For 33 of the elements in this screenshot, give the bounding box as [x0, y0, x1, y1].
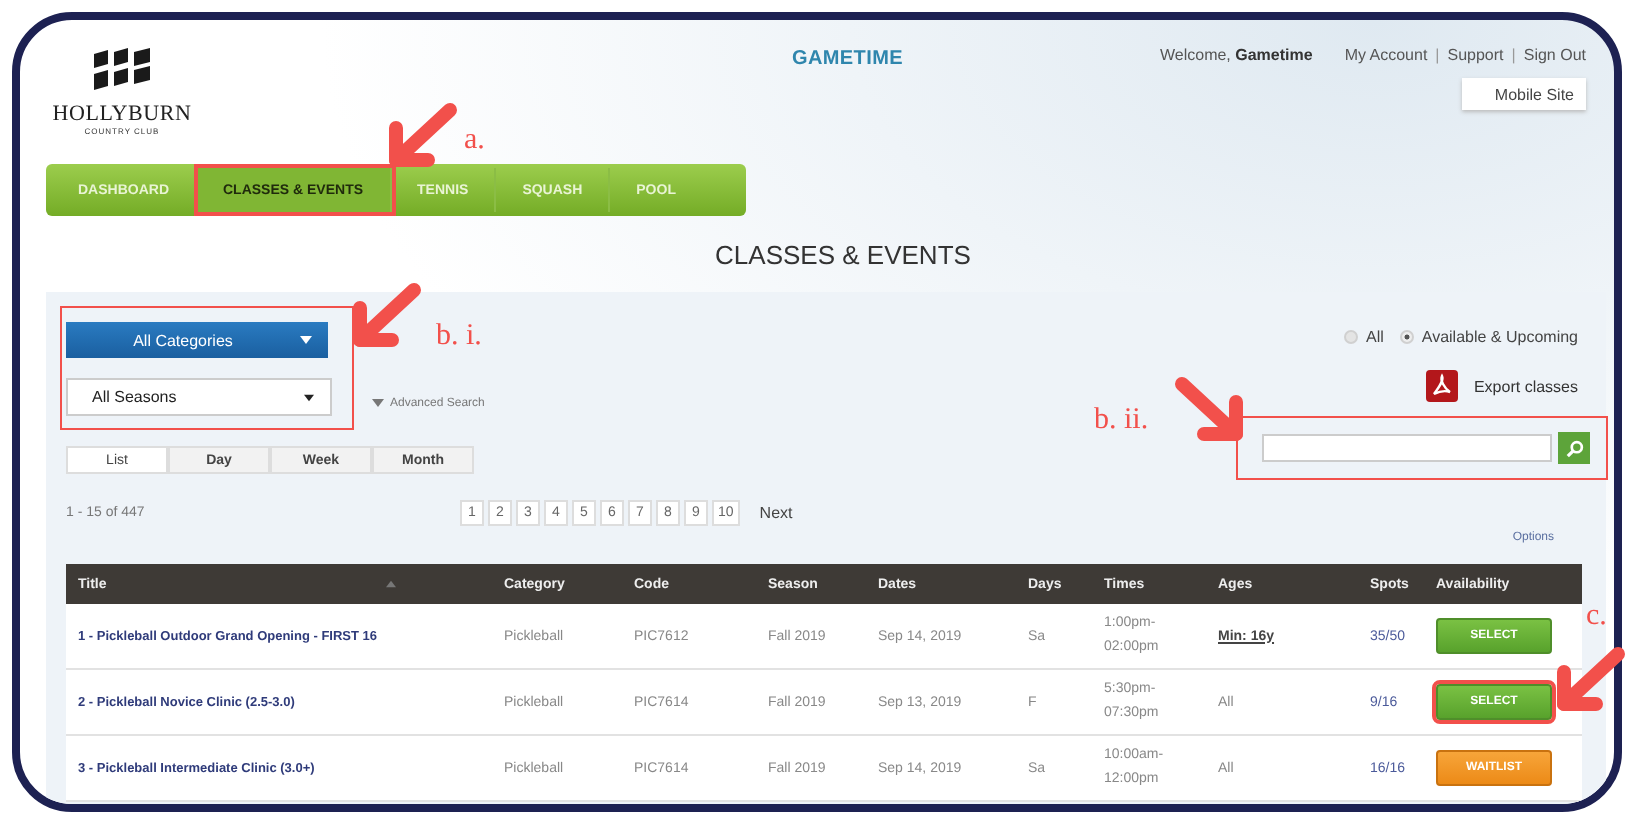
pdf-icon	[1425, 370, 1458, 402]
app-title: GAMETIME	[792, 48, 903, 70]
search-button[interactable]	[1558, 432, 1590, 464]
mobile-site-button[interactable]: Mobile Site	[1462, 78, 1586, 110]
search-icon	[1565, 439, 1583, 457]
header-link[interactable]: Sign Out	[1523, 46, 1586, 64]
link-separator: |	[1511, 46, 1516, 64]
search-field[interactable]	[1262, 434, 1552, 462]
annotation-arrow	[1172, 376, 1248, 444]
annotation-label: c.	[1586, 600, 1607, 634]
link-separator: |	[1435, 46, 1440, 64]
header-link[interactable]: Support	[1447, 46, 1504, 64]
annotation-arrow	[384, 102, 460, 170]
season-dropdown[interactable]: All Seasons	[66, 378, 332, 416]
caret-icon	[300, 336, 312, 344]
annotation-arrow	[348, 282, 424, 350]
welcome-text: Welcome, Gametime	[1159, 46, 1313, 64]
sort-icon	[386, 580, 397, 588]
club-name: HOLLYBURN	[52, 102, 192, 126]
next-link[interactable]: Next	[759, 503, 793, 521]
annotation-label: b. i.	[436, 320, 482, 354]
header-link[interactable]: My Account	[1344, 46, 1428, 64]
radio-option[interactable]: Available & Upcoming	[1399, 328, 1578, 346]
category-dropdown[interactable]: All Categories	[66, 322, 328, 358]
annotation-arrow	[1552, 646, 1628, 714]
logo-icon	[92, 48, 152, 92]
radio-option[interactable]: All	[1343, 328, 1384, 346]
caret-icon	[304, 394, 314, 402]
annotation-label: a.	[464, 124, 485, 158]
caret-icon	[372, 398, 384, 408]
annotation-label: b. ii.	[1094, 404, 1149, 438]
export-link[interactable]: Export classes	[1473, 377, 1578, 395]
page-title: CLASSES & EVENTS	[713, 240, 973, 274]
